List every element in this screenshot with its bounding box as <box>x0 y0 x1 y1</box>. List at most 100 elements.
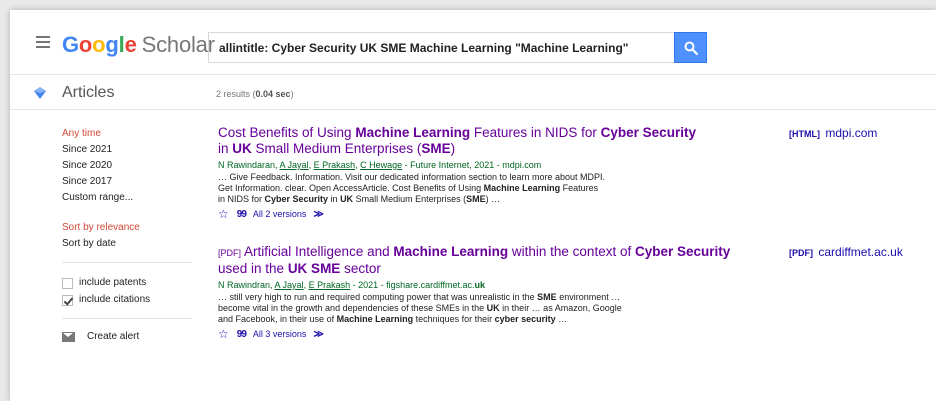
all-versions-link[interactable]: All 2 versions <box>253 209 307 219</box>
search-result: [PDF] Artificial Intelligence and Machine… <box>218 244 778 340</box>
snippet-text: … <box>555 314 568 324</box>
include-patents-checkbox[interactable] <box>62 277 73 289</box>
snippet-text: in their … as Amazon, Google <box>499 303 622 313</box>
fulltext-link[interactable]: [HTML] mdpi.com <box>789 126 877 140</box>
title-text: Features in NIDS for <box>470 125 601 140</box>
title-text: Cyber Security <box>600 125 696 140</box>
related-articles-icon[interactable]: ≫ <box>313 209 324 220</box>
fulltext-tag: [HTML] <box>789 129 820 139</box>
snippet-text: Cyber Security <box>264 194 329 204</box>
include-citations-checkbox[interactable] <box>62 294 73 306</box>
author-name: N Rawindran, <box>218 280 275 290</box>
snippet-text: … Give Feedback. Information. Visit our … <box>218 172 606 182</box>
result-authors: N Rawindaran, A Jayal, E Prakash, C Hewa… <box>218 160 542 170</box>
result-actions: ☆ 99 All 2 versions ≫ <box>218 208 778 220</box>
author-name: N Rawindaran, <box>218 160 280 170</box>
cite-icon[interactable]: 99 <box>237 329 247 340</box>
hamburger-menu-icon[interactable] <box>36 36 50 48</box>
articles-section-label[interactable]: Articles <box>62 84 114 102</box>
result-title-link[interactable]: Cost Benefits of Using Machine Learning … <box>218 125 778 157</box>
include-citations-option[interactable]: include citations <box>62 292 192 308</box>
logo-letter: G <box>62 32 79 57</box>
snippet-text: ) … <box>485 194 501 204</box>
scholar-page: Google Scholar allintitle: Cyber Security… <box>10 10 936 401</box>
filter-custom-range[interactable]: Custom range... <box>62 190 192 206</box>
top-bar: Google Scholar allintitle: Cyber Security… <box>10 10 936 75</box>
publication-info: - 2021 - figshare.cardiffmet.ac. <box>350 280 475 290</box>
related-articles-icon[interactable]: ≫ <box>313 329 324 340</box>
publication-info: - Future Internet, 2021 - mdpi.com <box>402 160 542 170</box>
include-patents-option[interactable]: include patents <box>62 275 192 291</box>
logo-letter: g <box>105 32 119 57</box>
author-link[interactable]: E Prakash <box>314 160 356 170</box>
title-text: Machine Learning <box>355 125 471 140</box>
filter-sidebar: Any time Since 2021 Since 2020 Since 201… <box>62 126 192 342</box>
snippet-text: cyber security <box>494 314 556 324</box>
fulltext-domain: cardiffmet.ac.uk <box>818 245 903 259</box>
title-text: ) <box>450 141 456 156</box>
author-link[interactable]: A Jayal <box>275 280 304 290</box>
articles-bar: Articles 2 results (0.04 sec) <box>10 76 936 110</box>
filter-since-2021[interactable]: Since 2021 <box>62 142 192 158</box>
title-text: in <box>218 141 233 156</box>
create-alert-label: Create alert <box>87 331 140 342</box>
sort-by-relevance[interactable]: Sort by relevance <box>62 220 192 236</box>
search-icon <box>684 41 698 55</box>
google-scholar-logo[interactable]: Google Scholar <box>62 32 215 58</box>
divider <box>62 262 192 263</box>
snippet-text: Get Information. clear. Open AccessArtic… <box>218 183 484 193</box>
sort-by-date[interactable]: Sort by date <box>62 236 192 252</box>
snippet-text: UK <box>486 303 500 313</box>
title-text: Artificial Intelligence and <box>244 244 394 259</box>
result-snippet: … Give Feedback. Information. Visit our … <box>218 172 778 205</box>
search-input[interactable]: allintitle: Cyber Security UK SME Machin… <box>208 32 674 63</box>
snippet-text: environment … <box>556 292 621 302</box>
filter-any-time[interactable]: Any time <box>62 126 192 142</box>
author-link[interactable]: A Jayal <box>280 160 309 170</box>
title-text: sector <box>340 261 381 276</box>
search-button[interactable] <box>674 32 707 63</box>
result-title-link[interactable]: [PDF] Artificial Intelligence and Machine… <box>218 244 778 277</box>
author-link[interactable]: E Prakash <box>309 280 351 290</box>
snippet-text: in <box>328 194 341 204</box>
title-text: Cost Benefits of Using <box>218 125 356 140</box>
logo-scholar-text: Scholar <box>141 32 215 57</box>
cite-icon[interactable]: 99 <box>237 209 247 220</box>
include-citations-label: include citations <box>79 294 151 305</box>
snippet-text: SME <box>466 194 486 204</box>
pdf-tag: [PDF] <box>218 248 242 258</box>
snippet-text: and Facebook, in their use of <box>218 314 337 324</box>
snippet-text: UK <box>340 194 354 204</box>
filter-since-2020[interactable]: Since 2020 <box>62 158 192 174</box>
star-icon[interactable]: ☆ <box>218 208 229 220</box>
divider <box>62 318 192 319</box>
search-result: Cost Benefits of Using Machine Learning … <box>218 125 778 220</box>
title-text: UK <box>232 141 252 156</box>
filter-since-2017[interactable]: Since 2017 <box>62 174 192 190</box>
include-patents-label: include patents <box>79 277 147 288</box>
star-icon[interactable]: ☆ <box>218 328 229 340</box>
create-alert-button[interactable]: Create alert <box>62 331 192 342</box>
result-actions: ☆ 99 All 3 versions ≫ <box>218 328 778 340</box>
title-text: UK SME <box>287 261 341 276</box>
author-link[interactable]: C Hewage <box>360 160 402 170</box>
snippet-text: SME <box>537 292 557 302</box>
results-time: 0.04 sec <box>255 89 291 99</box>
snippet-text: in NIDS for <box>218 194 265 204</box>
articles-icon <box>34 87 46 99</box>
all-versions-link[interactable]: All 3 versions <box>253 329 307 339</box>
results-count: 2 results (0.04 sec) <box>216 89 294 99</box>
snippet-text: Small Medium Enterprises ( <box>353 194 467 204</box>
result-authors: N Rawindran, A Jayal, E Prakash - 2021 -… <box>218 280 486 290</box>
fulltext-tag: [PDF] <box>789 248 813 258</box>
snippet-text: … still very high to run and required co… <box>218 292 538 302</box>
logo-letter: o <box>78 32 93 57</box>
fulltext-link[interactable]: [PDF] cardiffmet.ac.uk <box>789 245 903 259</box>
result-snippet: … still very high to run and required co… <box>218 292 778 325</box>
logo-letter: e <box>124 32 137 57</box>
snippet-text: Machine Learning <box>336 314 414 324</box>
snippet-text: Features <box>560 183 599 193</box>
title-text: used in the <box>218 261 288 276</box>
title-text: Small Medium Enterprises ( <box>251 141 422 156</box>
